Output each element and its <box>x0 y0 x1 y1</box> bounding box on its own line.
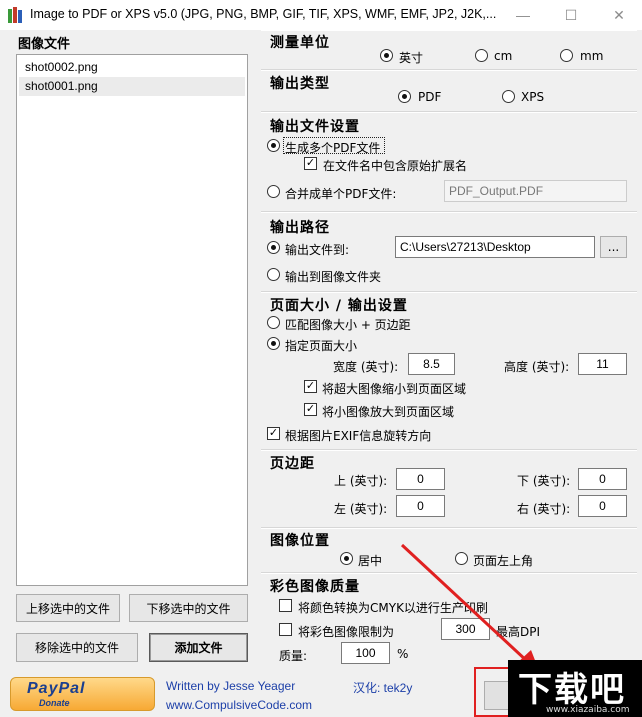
watermark-logo: 下载吧 www.xiazaiba.com <box>508 660 642 717</box>
watermark-url: www.xiazaiba.com <box>546 705 630 715</box>
annotation-arrow-icon <box>400 543 540 673</box>
watermark-logo-text: 下载吧 <box>518 670 626 710</box>
